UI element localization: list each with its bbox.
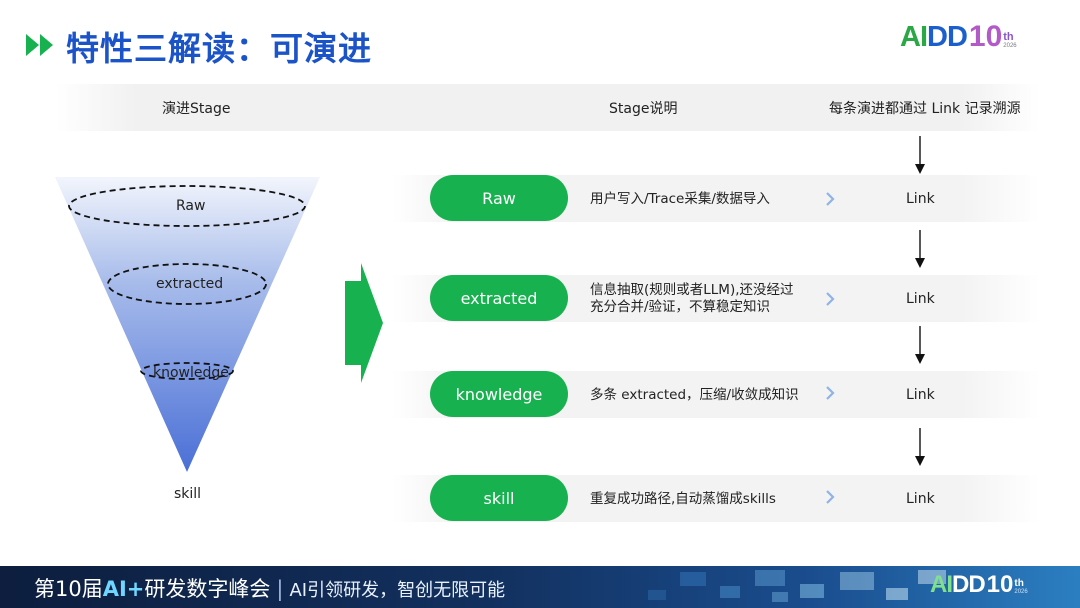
link-label: Link xyxy=(906,491,935,507)
description-line: 信息抽取(规则或者LLM),还没经过 xyxy=(590,282,794,298)
link-label: Link xyxy=(906,387,935,403)
funnel-label-raw: Raw xyxy=(176,198,206,214)
stage-pill-skill: skill xyxy=(430,475,568,521)
logo-ai: AI xyxy=(900,21,928,53)
column-header-stage: 演进Stage xyxy=(162,101,231,117)
logo-year: 2026 xyxy=(1003,43,1017,49)
description-line: 重复成功路径,自动蒸馏成skills xyxy=(590,491,776,507)
funnel-label-skill: skill xyxy=(174,486,202,502)
footer-aidd-logo: AI DD 10 th 2026 xyxy=(930,572,1028,598)
footer-title: 第10届AI+研发数字峰会 | AI引领研发，智创无限可能 xyxy=(34,573,505,603)
link-label: Link xyxy=(906,191,935,207)
funnel-label-knowledge: knowledge xyxy=(153,365,229,381)
chevron-right-icon xyxy=(826,192,835,206)
funnel-shape xyxy=(55,177,320,472)
footer-banner: 第10届AI+研发数字峰会 | AI引领研发，智创无限可能 AI DD 10 th … xyxy=(0,566,1080,608)
stage-pill-knowledge: knowledge xyxy=(430,371,568,417)
column-header-trace: 每条演进都通过 Link 记录溯源 xyxy=(829,101,1021,117)
funnel-label-extracted: extracted xyxy=(156,276,224,292)
arrow-down-icon xyxy=(915,428,925,466)
footer-separator: | xyxy=(276,577,284,601)
logo-ten: 10 xyxy=(968,20,1003,53)
logo-dd: DD xyxy=(952,571,986,598)
footer-prefix: 第10届 xyxy=(34,577,103,601)
arrow-down-icon xyxy=(915,326,925,364)
logo-suffix: th xyxy=(1003,31,1014,43)
evolution-funnel xyxy=(55,177,320,472)
big-right-arrow-icon xyxy=(345,263,383,383)
column-header-description: Stage说明 xyxy=(609,101,678,117)
logo-suffix-group: th 2026 xyxy=(1014,579,1027,596)
footer-slogan: AI引领研发，智创无限可能 xyxy=(289,580,506,601)
logo-ten: 10 xyxy=(986,571,1014,598)
arrow-down-icon xyxy=(915,230,925,268)
logo-year: 2026 xyxy=(1014,589,1028,595)
logo-dd: DD xyxy=(927,21,968,53)
stage-description: 重复成功路径,自动蒸馏成skills xyxy=(590,491,776,508)
chevron-right-icon xyxy=(826,292,835,306)
logo-ai: AI xyxy=(930,571,953,598)
footer-summit-name: 研发数字峰会 xyxy=(144,577,271,601)
stage-pill-extracted: extracted xyxy=(430,275,568,321)
stage-pill-raw: Raw xyxy=(430,175,568,221)
description-line: 用户写入/Trace采集/数据导入 xyxy=(590,191,770,207)
description-line: 充分合并/验证，不算稳定知识 xyxy=(590,299,771,315)
description-line: 多条 extracted，压缩/收敛成知识 xyxy=(590,387,799,403)
page-title: 特性三解读：可演进 xyxy=(66,29,372,68)
aidd-logo: AI DD 10 th 2026 xyxy=(900,20,1017,53)
logo-suffix-group: th 2026 xyxy=(1003,32,1016,50)
stage-description: 多条 extracted，压缩/收敛成知识 xyxy=(590,387,799,404)
chevron-right-icon xyxy=(826,490,835,504)
logo-suffix: th xyxy=(1014,578,1024,589)
chevron-right-icon xyxy=(826,386,835,400)
arrow-down-icon xyxy=(915,136,925,174)
stage-description: 用户写入/Trace采集/数据导入 xyxy=(590,191,770,208)
footer-ai: AI+ xyxy=(102,577,145,601)
stage-description: 信息抽取(规则或者LLM),还没经过 充分合并/验证，不算稳定知识 xyxy=(590,282,794,316)
link-label: Link xyxy=(906,291,935,307)
double-play-icon xyxy=(26,34,53,56)
